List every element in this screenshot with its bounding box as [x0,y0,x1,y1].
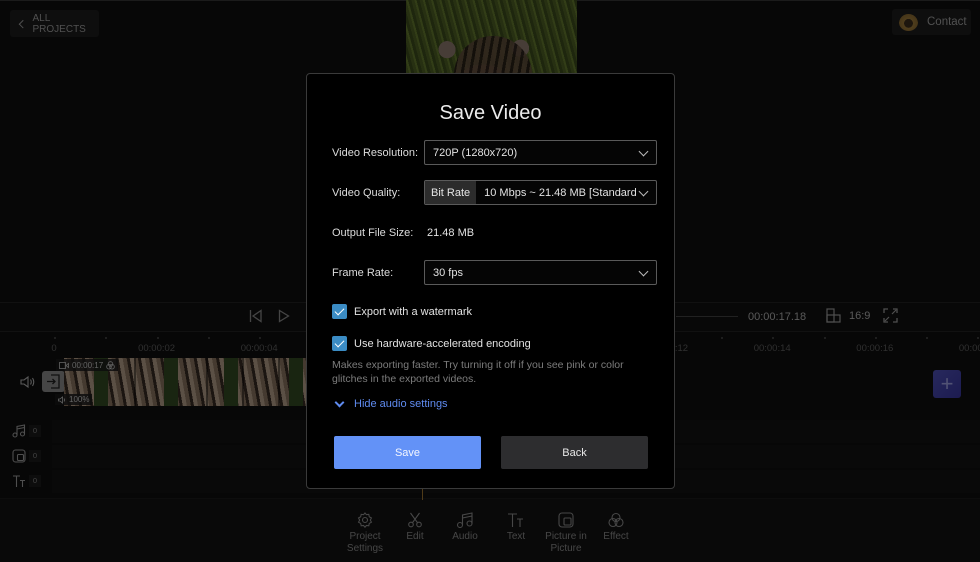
chevron-down-icon [638,146,649,157]
dialog-title: Save Video [439,102,542,124]
hw-encoding-label: Use hardware-accelerated encoding [354,337,531,350]
video-editor: ALL PROJECTS Contact 00:00:17.18 16:9 00… [0,0,980,562]
quality-select[interactable]: Bit Rate 10 Mbps ~ 21.48 MB [Standard [424,180,657,205]
watermark-checkbox[interactable] [332,304,347,319]
quality-label: Video Quality: [332,187,401,199]
file-size-label: Output File Size: [332,227,414,239]
resolution-select[interactable]: 720P (1280x720) [424,140,657,165]
file-size-value: 21.48 MB [427,227,475,239]
hw-encoding-hint: Makes exporting faster. Try turning it o… [332,359,624,385]
chevron-down-icon [638,186,649,197]
hw-encoding-option[interactable]: Use hardware-accelerated encoding [332,336,531,351]
resolution-label: Video Resolution: [332,147,419,159]
frame-rate-label: Frame Rate: [332,267,394,279]
hide-audio-settings-link[interactable]: Hide audio settings [334,397,448,410]
resolution-value: 720P (1280x720) [433,146,518,159]
frame-rate-select[interactable]: 30 fps [424,260,657,285]
frame-rate-value: 30 fps [433,266,463,279]
save-video-dialog: Save Video Video Resolution: 720P (1280x… [306,73,675,489]
watermark-option[interactable]: Export with a watermark [332,304,472,319]
watermark-label: Export with a watermark [354,305,472,318]
chevron-down-icon [638,266,649,277]
bit-rate-tag: Bit Rate [425,181,477,204]
hide-audio-settings-label: Hide audio settings [354,398,448,410]
quality-value: 10 Mbps ~ 21.48 MB [Standard [484,186,637,199]
chevron-down-icon [334,397,345,407]
hw-encoding-checkbox[interactable] [332,336,347,351]
back-button[interactable]: Back [501,436,648,469]
save-button[interactable]: Save [334,436,481,469]
